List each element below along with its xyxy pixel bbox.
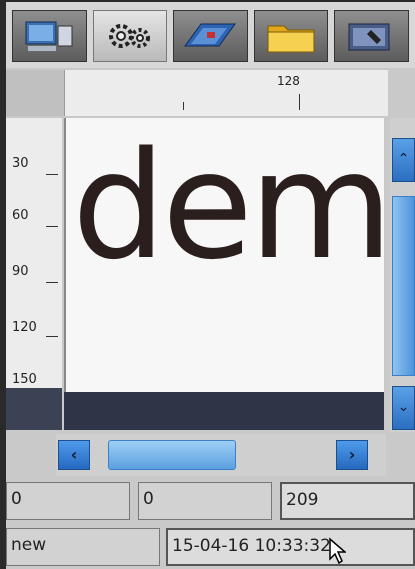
ruler-label-120: 120 [12, 320, 37, 335]
horizontal-ruler: 128 [64, 70, 388, 116]
tool-icon [348, 23, 390, 51]
ruler-label-30: 30 [12, 156, 29, 171]
blueprint-icon [184, 23, 237, 47]
scroll-right-button[interactable]: › [336, 440, 368, 470]
top-tab-bar [6, 2, 415, 68]
x-position-field[interactable]: 0 [6, 482, 130, 520]
mouse-pointer-icon [329, 537, 346, 565]
device-screen: 128 30 60 90 120 150 demo ⌃ ⌄ ‹ [6, 2, 415, 569]
canvas-text[interactable]: demo [72, 132, 384, 280]
label-canvas[interactable]: demo [64, 118, 384, 392]
chevron-down-icon: ⌄ [397, 399, 410, 415]
ruler-tick [46, 226, 58, 227]
vertical-scrollbar[interactable]: ⌃ ⌄ [390, 118, 415, 432]
tab-files[interactable] [253, 10, 329, 62]
ruler-label-128: 128 [277, 74, 300, 88]
ruler-label-90: 90 [12, 264, 29, 279]
ruler-tick [46, 336, 58, 337]
tab-layout[interactable] [173, 10, 248, 62]
ruler-label-60: 60 [12, 208, 29, 223]
scroll-up-button[interactable]: ⌃ [392, 138, 415, 182]
datetime-field: 15-04-16 10:33:32 [166, 528, 415, 566]
computer-icon [25, 21, 73, 51]
tab-tools[interactable] [334, 10, 409, 62]
scroll-left-button[interactable]: ‹ [58, 440, 90, 470]
gears-icon [108, 24, 150, 48]
length-field[interactable]: 209 [280, 482, 415, 520]
folder-icon [267, 25, 315, 53]
chevron-left-icon: ‹ [70, 445, 78, 464]
ruler-corner [6, 70, 64, 116]
canvas-bottom-band [64, 392, 384, 430]
ruler-shade [6, 388, 62, 430]
chevron-right-icon: › [348, 445, 356, 464]
ruler-tick [46, 282, 58, 283]
tab-settings[interactable] [92, 10, 168, 62]
tab-computer[interactable] [12, 10, 87, 62]
horizontal-scroll-thumb[interactable] [108, 440, 236, 470]
chevron-up-icon: ⌃ [397, 151, 410, 167]
vertical-ruler: 30 60 90 120 150 [6, 118, 62, 430]
ruler-tick [46, 174, 58, 175]
ruler-tick [183, 102, 184, 110]
vertical-scroll-thumb[interactable] [392, 196, 415, 376]
scroll-down-button[interactable]: ⌄ [392, 386, 415, 430]
y-position-field[interactable]: 0 [138, 482, 272, 520]
ruler-label-150: 150 [12, 372, 37, 387]
status-field: new [6, 528, 160, 566]
ruler-tick [299, 94, 300, 110]
horizontal-scrollbar[interactable]: ‹ › [56, 434, 386, 476]
